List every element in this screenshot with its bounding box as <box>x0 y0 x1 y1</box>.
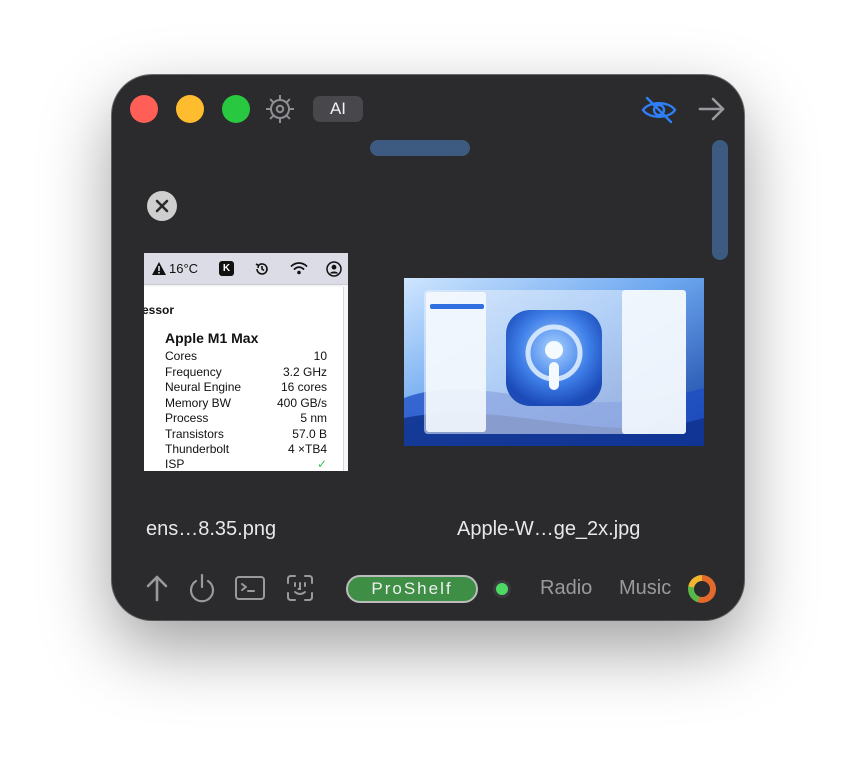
ai-button[interactable]: AI <box>313 96 363 122</box>
preview-heading: essor <box>144 303 175 317</box>
upload-arrow-icon[interactable] <box>141 573 173 603</box>
spec-row: Frequency 3.2 GHz <box>165 365 327 379</box>
preview-menubar: 16°C K <box>144 253 348 285</box>
spec-row: ISP ✓ <box>165 457 327 471</box>
spec-row: Cores 10 <box>165 349 327 363</box>
arrow-right-icon[interactable] <box>697 95 727 123</box>
power-icon[interactable] <box>186 573 218 603</box>
proshelf-window: AI 16°C K essor Apple M1 Max Cores 10 Fr… <box>112 75 744 620</box>
warning-icon <box>152 262 166 275</box>
music-button[interactable]: Music <box>619 577 671 600</box>
eye-slash-icon[interactable] <box>640 95 678 125</box>
remove-item-button[interactable] <box>147 191 177 221</box>
shelf-item-thumbnail[interactable] <box>404 278 704 446</box>
terminal-icon[interactable] <box>234 573 266 603</box>
drag-handle[interactable] <box>370 140 470 156</box>
clock-history-icon <box>255 263 268 275</box>
shelf-item-thumbnail[interactable]: 16°C K essor Apple M1 Max Cores 10 Frequ… <box>144 253 348 471</box>
weather-text: 16°C <box>169 261 199 276</box>
face-id-icon[interactable] <box>284 573 316 603</box>
filename-label: ens…8.35.png <box>146 518 277 540</box>
filename-label: Apple-W…ge_2x.jpg <box>457 518 641 540</box>
user-circle-icon <box>326 261 342 277</box>
k-badge-icon: K <box>219 261 234 276</box>
spec-row: Thunderbolt 4 ×TB4 <box>165 442 327 456</box>
spec-row: Process 5 nm <box>165 411 327 425</box>
preview-info-panel: essor Apple M1 Max Cores 10 Frequency 3.2 … <box>144 287 344 471</box>
activity-ring-icon[interactable] <box>688 575 716 603</box>
wallpaper-preview-image <box>404 278 704 446</box>
minimize-window-button[interactable] <box>176 95 204 123</box>
close-icon <box>155 199 169 213</box>
spec-row: Memory BW 400 GB/s <box>165 396 327 410</box>
preview-chip-title: Apple M1 Max <box>165 330 259 346</box>
spec-row: Neural Engine 16 cores <box>165 380 327 394</box>
radio-button[interactable]: Radio <box>540 577 592 600</box>
status-indicator <box>493 580 511 598</box>
scrollbar-thumb[interactable] <box>712 140 728 260</box>
proshelf-button[interactable]: ProShelf <box>346 575 478 603</box>
wifi-icon <box>290 262 308 275</box>
spec-row: Transistors 57.0 B <box>165 427 327 441</box>
close-window-button[interactable] <box>130 95 158 123</box>
maximize-window-button[interactable] <box>222 95 250 123</box>
gear-icon[interactable] <box>264 93 296 125</box>
